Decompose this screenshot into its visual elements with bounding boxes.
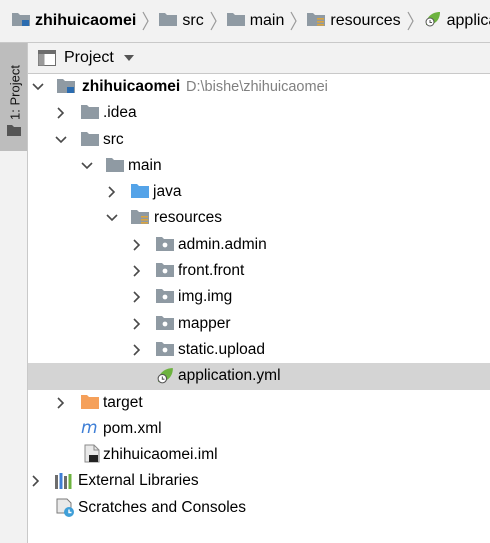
breadcrumb-separator-icon xyxy=(290,11,298,31)
scratches-icon xyxy=(56,498,76,518)
node-label: java xyxy=(153,183,182,201)
breadcrumb-label: main xyxy=(249,12,285,29)
tree-node-idea[interactable]: .idea xyxy=(28,100,490,126)
breadcrumb-label: zhihuicaomei xyxy=(35,12,137,29)
folder-icon xyxy=(81,104,99,120)
tree-node-application-yml[interactable]: application.yml xyxy=(28,363,490,390)
breadcrumb-item-main[interactable]: main xyxy=(217,0,285,42)
breadcrumb-item-src[interactable]: src xyxy=(149,0,204,42)
project-window-icon xyxy=(38,50,56,66)
package-folder-icon xyxy=(156,288,174,304)
tree-node-front[interactable]: front.front xyxy=(28,258,490,284)
chevron-right-icon[interactable] xyxy=(131,239,143,251)
chevron-down-icon[interactable] xyxy=(55,134,67,146)
tree-node-external-libraries[interactable]: External Libraries xyxy=(28,468,490,494)
folder-icon xyxy=(159,12,178,30)
chevron-right-icon[interactable] xyxy=(55,396,67,409)
node-label: External Libraries xyxy=(78,472,199,490)
excluded-folder-icon xyxy=(81,394,99,409)
project-panel-header: Project xyxy=(28,43,490,74)
chevron-down-icon[interactable] xyxy=(32,81,44,93)
node-label: resources xyxy=(154,209,223,227)
tree-node-scratches[interactable]: Scratches and Consoles xyxy=(28,495,490,521)
tree-node-main[interactable]: main xyxy=(28,153,490,179)
node-label: src xyxy=(103,130,124,148)
module-file-icon xyxy=(84,444,100,463)
maven-file-icon: m xyxy=(80,418,100,436)
breadcrumb-separator-icon xyxy=(210,11,217,31)
node-label: application.yml xyxy=(178,367,281,385)
package-folder-icon xyxy=(156,236,174,251)
node-label: img.img xyxy=(178,288,233,306)
tree-node-admin[interactable]: admin.admin xyxy=(28,232,490,258)
tree-node-root[interactable]: zhihuicaomei D:\bishe\zhihuicaomei xyxy=(28,74,490,100)
chevron-right-icon[interactable] xyxy=(30,475,42,488)
breadcrumb-item-project[interactable]: zhihuicaomei xyxy=(0,0,136,42)
resources-folder-icon xyxy=(307,12,326,30)
folder-icon xyxy=(226,12,245,30)
package-folder-icon xyxy=(156,315,174,330)
resources-folder-icon xyxy=(131,209,149,225)
spring-config-icon xyxy=(156,366,175,385)
node-label: zhihuicaomei.iml xyxy=(103,446,218,464)
tree-node-img[interactable]: img.img xyxy=(28,284,490,310)
node-label: front.front xyxy=(178,262,245,280)
node-label: target xyxy=(103,393,143,411)
node-label: Scratches and Consoles xyxy=(78,498,247,516)
breadcrumb-item-application[interactable]: applicatio xyxy=(414,0,490,42)
source-folder-icon xyxy=(131,183,149,199)
node-label: main xyxy=(128,156,162,174)
tree-node-mapper[interactable]: mapper xyxy=(28,311,490,337)
folder-icon xyxy=(81,131,99,146)
node-label: mapper xyxy=(178,314,231,332)
panel-title: Project xyxy=(64,49,114,66)
chevron-right-icon[interactable] xyxy=(131,318,143,330)
root-name: zhihuicaomei xyxy=(82,78,181,95)
chevron-right-icon[interactable] xyxy=(131,291,143,303)
folder-icon xyxy=(7,123,21,140)
package-folder-icon xyxy=(156,341,174,356)
chevron-right-icon[interactable] xyxy=(131,344,143,356)
node-label: admin.admin xyxy=(178,235,267,253)
node-label: .idea xyxy=(103,104,137,122)
chevron-down-icon[interactable] xyxy=(81,160,93,172)
tree-node-pom[interactable]: m pom.xml xyxy=(28,416,490,442)
node-label: static.upload xyxy=(178,340,266,358)
project-tool-window-tab[interactable]: 1: Project xyxy=(0,43,27,151)
view-mode-dropdown-icon[interactable] xyxy=(123,55,134,61)
libraries-icon xyxy=(55,473,74,490)
tree-node-src[interactable]: src xyxy=(28,127,490,153)
tree-node-java[interactable]: java xyxy=(28,179,490,205)
project-tree: zhihuicaomei D:\bishe\zhihuicaomei .idea… xyxy=(28,74,490,521)
chevron-right-icon[interactable] xyxy=(55,107,67,119)
tree-node-resources[interactable]: resources xyxy=(28,205,490,231)
breadcrumb-separator-icon xyxy=(407,11,414,31)
module-folder-icon xyxy=(57,78,75,93)
svg-text:m: m xyxy=(81,418,98,436)
module-folder-icon xyxy=(12,12,30,30)
tool-window-strip: 1: Project xyxy=(0,43,28,543)
folder-icon xyxy=(106,157,124,172)
breadcrumb-item-resources[interactable]: resources xyxy=(297,0,401,42)
tree-node-target[interactable]: target xyxy=(28,390,490,416)
tree-node-iml[interactable]: zhihuicaomei.iml xyxy=(28,442,490,468)
breadcrumb-separator-icon xyxy=(142,11,150,31)
spring-config-icon xyxy=(424,10,442,32)
chevron-right-icon[interactable] xyxy=(131,265,143,277)
navigation-bar: zhihuicaomei src main resources applicat… xyxy=(0,0,490,43)
breadcrumb-label: src xyxy=(182,12,204,29)
breadcrumb-label: resources xyxy=(330,12,401,29)
chevron-down-icon[interactable] xyxy=(106,212,118,224)
tree-node-static[interactable]: static.upload xyxy=(28,337,490,363)
node-label: pom.xml xyxy=(103,419,162,437)
breadcrumb-label: applicatio xyxy=(446,12,490,29)
root-path: D:\bishe\zhihuicaomei xyxy=(186,79,328,95)
chevron-right-icon[interactable] xyxy=(106,186,118,198)
package-folder-icon xyxy=(156,262,174,278)
